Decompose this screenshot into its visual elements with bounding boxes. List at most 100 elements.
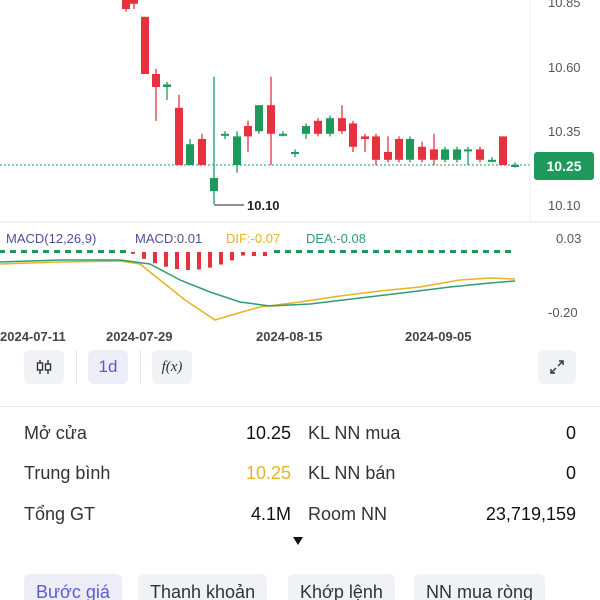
candle-body bbox=[141, 16, 149, 74]
candle-body bbox=[476, 149, 484, 160]
candle-body bbox=[488, 159, 496, 162]
candle-body bbox=[233, 136, 241, 165]
macd-bar bbox=[219, 252, 223, 265]
macd-bar bbox=[0, 250, 5, 253]
macd-bar bbox=[76, 250, 82, 253]
macd-bar bbox=[98, 250, 104, 253]
avg-label: Trung bình bbox=[24, 463, 111, 483]
candle-body bbox=[326, 118, 334, 134]
candle-body bbox=[255, 105, 263, 132]
section-divider bbox=[0, 406, 600, 407]
date-label: 2024-07-11 bbox=[0, 329, 66, 344]
candle-body bbox=[441, 149, 449, 160]
indicator-function-button[interactable]: f(x) bbox=[152, 350, 192, 384]
macd-bar bbox=[54, 250, 60, 253]
expand-info-caret-icon[interactable] bbox=[293, 537, 303, 545]
macd-axis-label: -0.20 bbox=[548, 305, 578, 320]
chart-toolbar: 1d f(x) bbox=[0, 350, 600, 390]
tab-matched-orders[interactable]: Khớp lệnh bbox=[288, 574, 395, 600]
y-axis-label: 10.10 bbox=[548, 198, 581, 213]
macd-bar bbox=[142, 252, 146, 259]
tab-foreign-net-buy[interactable]: NN mua ròng bbox=[414, 574, 546, 600]
candle-body bbox=[384, 152, 392, 160]
macd-bar bbox=[384, 250, 390, 253]
candlestick-toggle-button[interactable] bbox=[24, 350, 64, 384]
macd-bar bbox=[472, 250, 478, 253]
macd-bar bbox=[120, 250, 126, 253]
dea-line bbox=[0, 259, 516, 307]
candle-body bbox=[418, 146, 426, 160]
price-chart[interactable]: 10.10 10.85 10.60 10.35 10.10 MACD(12,26… bbox=[0, 0, 600, 350]
candle-body bbox=[511, 165, 519, 167]
macd-bar bbox=[362, 250, 368, 253]
candle-body bbox=[279, 133, 287, 136]
candle-body bbox=[349, 123, 357, 147]
avg-value: 10.25 bbox=[245, 463, 291, 483]
candle-body bbox=[314, 120, 322, 134]
candle-body bbox=[302, 126, 310, 134]
macd-bar bbox=[186, 252, 190, 270]
macd-bar bbox=[318, 250, 324, 253]
candle-body bbox=[175, 107, 183, 165]
macd-axis-label: 0.03 bbox=[556, 231, 581, 246]
room-value: 23,719,159 bbox=[485, 504, 576, 524]
macd-name: MACD(12,26,9) bbox=[6, 231, 96, 246]
info-row-total: Tổng GT 4.1M Room NN 23,719,159 bbox=[0, 504, 600, 534]
candle-body bbox=[430, 149, 438, 160]
macd-bar bbox=[43, 250, 49, 253]
tab-liquidity[interactable]: Thanh khoản bbox=[138, 574, 268, 600]
candle-body bbox=[130, 0, 138, 4]
dif-line bbox=[0, 260, 516, 321]
candlestick-icon bbox=[36, 360, 52, 374]
date-label: 2024-08-15 bbox=[256, 329, 323, 344]
macd-bar bbox=[395, 250, 401, 253]
y-axis-label: 10.85 bbox=[548, 0, 581, 10]
macd-bar bbox=[153, 252, 157, 264]
candle-body bbox=[210, 178, 218, 191]
macd-bar bbox=[494, 250, 500, 253]
macd-bar bbox=[406, 250, 412, 253]
macd-bar bbox=[197, 252, 201, 270]
candle-body bbox=[122, 0, 130, 9]
interval-button[interactable]: 1d bbox=[88, 350, 128, 384]
macd-bar bbox=[505, 250, 511, 253]
total-value: 4.1M bbox=[250, 504, 291, 524]
expand-icon bbox=[550, 360, 564, 374]
toolbar-separator bbox=[140, 350, 141, 384]
candle-body bbox=[291, 152, 299, 154]
candle-body bbox=[395, 139, 403, 160]
tab-price-step[interactable]: Bước giá bbox=[24, 574, 122, 600]
macd-bar bbox=[241, 252, 245, 256]
macd-bar bbox=[87, 250, 93, 253]
macd-bar bbox=[373, 250, 379, 253]
candle-body bbox=[267, 105, 275, 134]
macd-bar bbox=[230, 252, 234, 261]
candle-body bbox=[406, 139, 414, 160]
candle-body bbox=[499, 136, 507, 165]
candle-body bbox=[198, 139, 206, 165]
bottom-tab-bar: Bước giá Thanh khoản Khớp lệnh NN mua rò… bbox=[0, 570, 600, 600]
nn-buy-value: 0 bbox=[565, 423, 576, 443]
chart-canvas[interactable]: 10.10 10.85 10.60 10.35 10.10 MACD(12,26… bbox=[0, 0, 600, 350]
candle-body bbox=[244, 126, 252, 137]
macd-bar bbox=[274, 250, 280, 253]
macd-bar bbox=[340, 250, 346, 253]
expand-chart-button[interactable] bbox=[538, 350, 576, 384]
candle-body bbox=[152, 74, 160, 87]
candle-body bbox=[186, 144, 194, 165]
macd-bar bbox=[351, 250, 357, 253]
candle-body bbox=[221, 133, 229, 136]
y-axis-label: 10.60 bbox=[548, 60, 581, 75]
candle-body bbox=[372, 136, 380, 160]
macd-bar bbox=[263, 252, 267, 256]
candle-body bbox=[338, 118, 346, 132]
candle-body bbox=[453, 149, 461, 160]
macd-bar bbox=[131, 252, 135, 254]
candle-body bbox=[163, 84, 171, 87]
nn-sell-value: 0 bbox=[565, 463, 576, 483]
macd-bar bbox=[252, 252, 256, 256]
info-row-avg: Trung bình 10.25 KL NN bán 0 bbox=[0, 463, 600, 493]
date-label: 2024-07-29 bbox=[106, 329, 173, 344]
room-label: Room NN bbox=[308, 504, 388, 524]
open-label: Mở cửa bbox=[24, 423, 87, 443]
